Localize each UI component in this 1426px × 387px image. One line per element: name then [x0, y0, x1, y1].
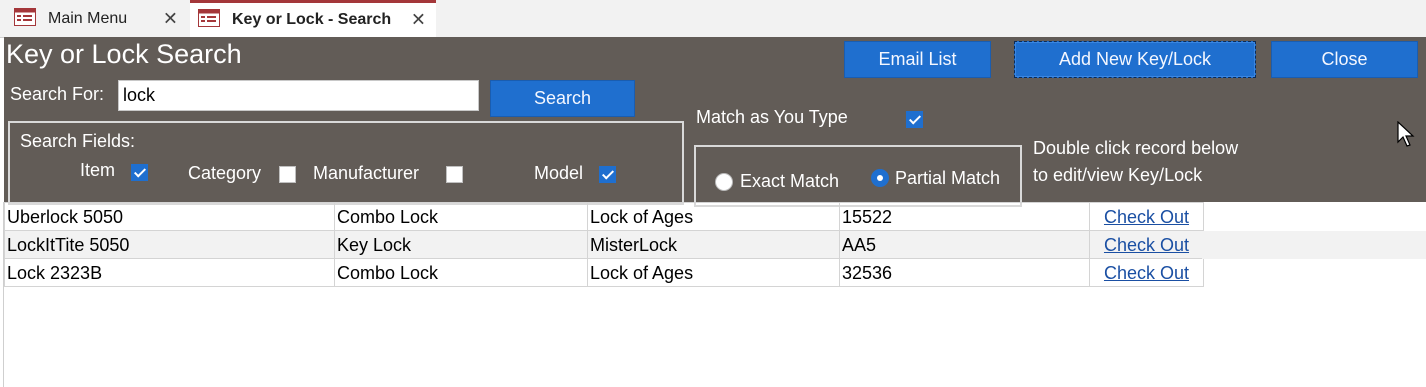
item-cell[interactable]: LockItTite 5050 — [4, 230, 335, 259]
item-label: Item — [80, 160, 116, 180]
exact-match-label: Exact Match — [740, 171, 840, 191]
tab-label: Key or Lock - Search — [232, 11, 392, 28]
match-as-you-type-label: Match as You Type — [696, 107, 848, 127]
manufacturer-checkbox[interactable] — [446, 166, 463, 183]
form-header: Key or Lock Search Email List Add New Ke… — [4, 37, 1426, 207]
action-cell: Check Out — [1089, 202, 1204, 231]
tab-main-menu[interactable]: Main Menu ✕ — [4, 2, 188, 36]
match-mode-group: Exact Match Partial Match — [694, 145, 1022, 207]
check-out-link[interactable]: Check Out — [1104, 207, 1189, 227]
close-tab-icon[interactable]: ✕ — [411, 10, 426, 31]
category-label: Category — [188, 163, 262, 183]
item-checkbox[interactable] — [131, 164, 148, 181]
manufacturer-cell[interactable]: MisterLock — [587, 230, 840, 259]
action-cell: Check Out — [1089, 258, 1204, 287]
search-input[interactable] — [118, 80, 479, 111]
partial-match-radio[interactable] — [871, 169, 889, 187]
tab-label: Main Menu — [48, 10, 128, 27]
category-cell[interactable]: Key Lock — [334, 230, 588, 259]
table-row[interactable]: Uberlock 5050 Combo Lock Lock of Ages 15… — [4, 202, 1204, 231]
model-cell[interactable]: AA5 — [839, 230, 1090, 259]
model-cell[interactable]: 15522 — [839, 202, 1090, 231]
close-button[interactable]: Close — [1271, 41, 1418, 78]
manufacturer-label: Manufacturer — [313, 163, 420, 183]
exact-match-radio[interactable] — [715, 173, 733, 191]
search-for-label: Search For: — [10, 84, 105, 104]
form-title: Key or Lock Search — [6, 39, 242, 69]
action-cell: Check Out — [1089, 230, 1204, 259]
manufacturer-cell[interactable]: Lock of Ages — [587, 202, 840, 231]
model-label: Model — [534, 163, 584, 183]
search-fields-group: Search Fields: Item Category Manufacture… — [8, 121, 684, 205]
instruction-line-2: to edit/view Key/Lock — [1033, 165, 1203, 185]
category-cell[interactable]: Combo Lock — [334, 258, 588, 287]
model-checkbox[interactable] — [599, 166, 616, 183]
category-cell[interactable]: Combo Lock — [334, 202, 588, 231]
table-row[interactable]: Lock 2323B Combo Lock Lock of Ages 32536… — [4, 258, 1204, 287]
results-table: Uberlock 5050 Combo Lock Lock of Ages 15… — [4, 202, 1204, 287]
manufacturer-cell[interactable]: Lock of Ages — [587, 258, 840, 287]
document-tab-strip: Main Menu ✕ Key or Lock - Search ✕ — [0, 0, 1426, 38]
model-cell[interactable]: 32536 — [839, 258, 1090, 287]
item-cell[interactable]: Uberlock 5050 — [4, 202, 335, 231]
category-checkbox[interactable] — [279, 166, 296, 183]
instruction-text: Double click record below to edit/view K… — [1033, 135, 1293, 189]
tab-key-or-lock-search[interactable]: Key or Lock - Search ✕ — [190, 0, 436, 37]
check-out-link[interactable]: Check Out — [1104, 235, 1189, 255]
add-new-key-lock-button[interactable]: Add New Key/Lock — [1014, 41, 1256, 78]
close-tab-icon[interactable]: ✕ — [163, 9, 178, 30]
search-button[interactable]: Search — [490, 80, 635, 117]
email-list-button[interactable]: Email List — [844, 41, 991, 78]
instruction-line-1: Double click record below — [1033, 138, 1239, 158]
search-fields-label: Search Fields: — [20, 131, 136, 151]
mouse-cursor-icon — [1397, 120, 1415, 154]
table-row[interactable]: LockItTite 5050 Key Lock MisterLock AA5 … — [4, 230, 1204, 259]
form-icon — [14, 7, 36, 31]
form-icon — [198, 8, 220, 32]
match-as-you-type-checkbox[interactable] — [906, 111, 923, 128]
partial-match-label: Partial Match — [895, 168, 1001, 188]
alt-row-extension — [1202, 231, 1426, 259]
check-out-link[interactable]: Check Out — [1104, 263, 1189, 283]
item-cell[interactable]: Lock 2323B — [4, 258, 335, 287]
